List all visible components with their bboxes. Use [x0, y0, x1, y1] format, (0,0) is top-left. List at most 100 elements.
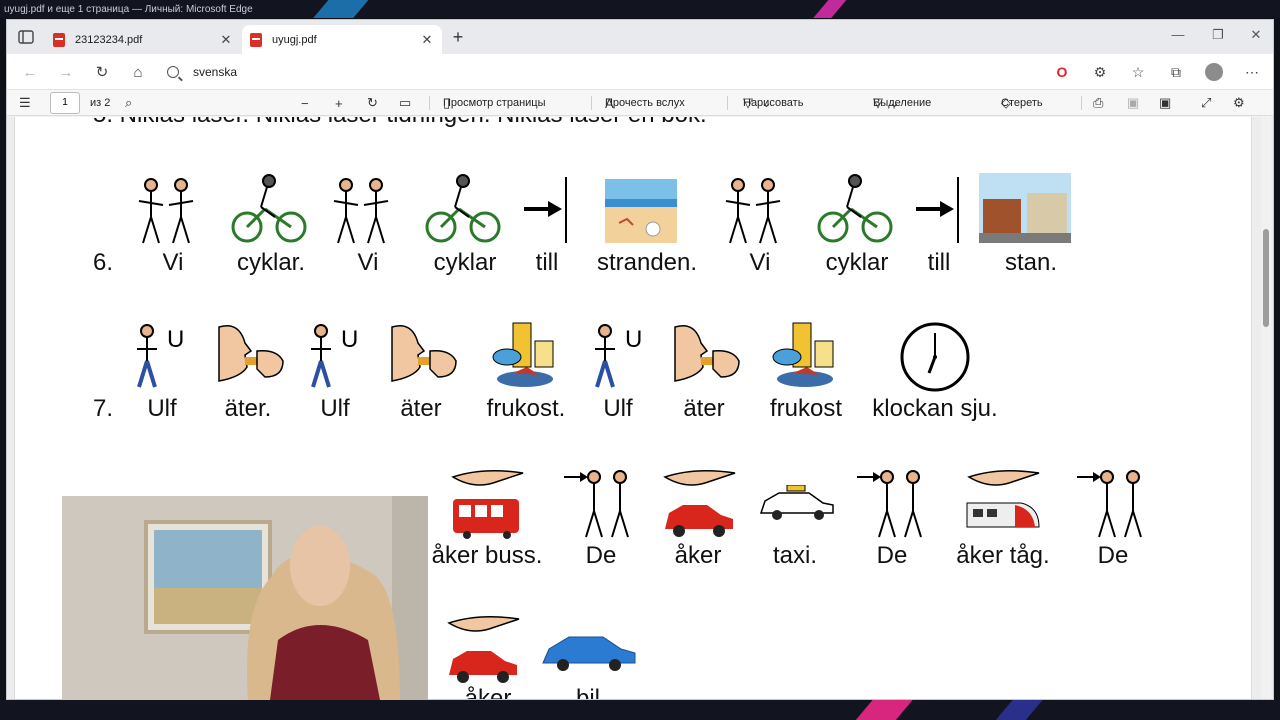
- word: åker: [464, 685, 512, 700]
- word: De: [585, 542, 617, 569]
- highlight-icon: ▽: [873, 95, 883, 110]
- eating-icon: [391, 325, 457, 382]
- word: åker: [674, 542, 722, 569]
- word: frukost.: [486, 395, 566, 422]
- more-menu-icon[interactable]: ⋯: [1243, 63, 1261, 81]
- close-tab-icon[interactable]: ✕: [219, 32, 233, 48]
- word: Ulf: [320, 395, 350, 422]
- read-aloud-button[interactable]: A Прочесть вслух: [605, 94, 685, 112]
- bicycle-icon: [425, 174, 501, 243]
- opera-icon[interactable]: O: [1053, 63, 1071, 81]
- tab-bar: 23123234.pdf ✕ uyugj.pdf ✕ + — ❐ ✕: [7, 20, 1273, 54]
- svg-text:U: U: [167, 326, 184, 353]
- pdf-file-icon: [53, 32, 65, 47]
- pdf-toolbar: ☰ 1 из 2 ⌕ − + ↻ ▭ ▯ Просмотр страницы AП…: [7, 90, 1273, 116]
- tab-actions-icon[interactable]: [17, 28, 35, 46]
- word: De: [1097, 542, 1129, 569]
- word: frukost: [769, 395, 843, 422]
- they-go-icon: [857, 470, 922, 538]
- people-icon: [333, 178, 389, 244]
- address-bar: ← → ↻ ⌂ svenska O ⚙ ☆ ⧉ ⋯: [7, 54, 1273, 90]
- taxi-icon: [759, 485, 834, 520]
- to-arrow-icon: [524, 177, 567, 243]
- desktop-bottom-stripe: [0, 700, 1280, 720]
- tab-label: 23123234.pdf: [75, 33, 143, 46]
- pdf-file-icon: [250, 32, 262, 47]
- webcam-video: [62, 496, 428, 700]
- word: till: [535, 249, 559, 276]
- breakfast-icon: [492, 322, 554, 387]
- toolbar-divider: [1081, 96, 1082, 110]
- url-field[interactable]: svenska: [167, 59, 1027, 85]
- tab-uyugj[interactable]: uyugj.pdf ✕: [242, 25, 442, 54]
- erase-button[interactable]: ◇ Стереть: [1001, 94, 1043, 112]
- word: åker buss.: [431, 542, 543, 569]
- close-tab-icon[interactable]: ✕: [420, 32, 434, 48]
- word: äter: [683, 395, 725, 422]
- favorites-icon[interactable]: ☆: [1129, 63, 1147, 81]
- forward-arrow-icon[interactable]: →: [55, 62, 77, 84]
- decor-shape: [803, 0, 855, 18]
- decor-shape: [983, 700, 1047, 720]
- they-go-icon: [1077, 470, 1142, 538]
- train-icon: [966, 470, 1040, 528]
- word: bil: [575, 685, 601, 700]
- profile-avatar-icon[interactable]: [1205, 63, 1223, 81]
- breakfast-icon: [772, 322, 834, 387]
- town-icon: [979, 173, 1071, 243]
- svg-text:U: U: [625, 326, 642, 353]
- webcam-overlay: [62, 496, 428, 700]
- toolbar-divider: [727, 96, 728, 110]
- word: åker tåg.: [956, 542, 1050, 569]
- close-window-icon[interactable]: ✕: [1241, 27, 1271, 43]
- eraser-icon: ◇: [1001, 95, 1011, 110]
- chevron-down-icon[interactable]: ⌄: [761, 95, 772, 111]
- word: stan.: [1004, 249, 1058, 276]
- new-tab-icon[interactable]: +: [447, 26, 469, 48]
- page-view-icon: ▯: [443, 95, 451, 110]
- they-go-icon: [564, 470, 629, 538]
- word: äter: [400, 395, 442, 422]
- page-view-button[interactable]: ▯ Просмотр страницы: [443, 94, 546, 112]
- highlight-button[interactable]: ▽ Выделение ⌄: [873, 94, 931, 112]
- word: cyklar: [433, 249, 497, 276]
- tab-23123234[interactable]: 23123234.pdf ✕: [45, 25, 241, 54]
- tab-label: uyugj.pdf: [272, 33, 317, 46]
- word: cyklar.: [236, 249, 306, 276]
- word: cyklar: [825, 249, 889, 276]
- word: stranden.: [596, 249, 698, 276]
- read-aloud-icon: A: [605, 95, 614, 111]
- back-arrow-icon[interactable]: ←: [19, 62, 41, 84]
- scrollbar-thumb[interactable]: [1263, 229, 1269, 327]
- svg-text:U: U: [341, 326, 358, 353]
- word: Ulf: [603, 395, 633, 422]
- collections-icon[interactable]: ⧉: [1167, 63, 1185, 81]
- desktop-top-stripe: uyugj.pdf и еще 1 страница — Личный: Mic…: [0, 0, 1280, 18]
- draw-button[interactable]: ▽ Нарисовать ⌄: [743, 94, 803, 112]
- refresh-icon[interactable]: ↻: [91, 62, 113, 84]
- page-total: из 2: [90, 97, 111, 109]
- restore-icon[interactable]: ❐: [1203, 27, 1233, 43]
- sentence-number-7: 7.: [93, 395, 114, 422]
- home-icon[interactable]: ⌂: [127, 62, 149, 84]
- vertical-scrollbar[interactable]: [1261, 117, 1271, 699]
- minimize-icon[interactable]: —: [1163, 27, 1193, 42]
- person-ulf-icon: U: [595, 324, 642, 388]
- eating-icon: [674, 325, 740, 382]
- toolbar-divider: [591, 96, 592, 110]
- chevron-down-icon[interactable]: ⌄: [889, 95, 900, 111]
- decor-shape: [843, 700, 917, 720]
- bicycle-icon: [231, 174, 307, 243]
- word: Vi: [357, 249, 379, 276]
- word: till: [927, 249, 951, 276]
- car-icon: [663, 470, 736, 537]
- search-icon: [167, 66, 179, 78]
- word: klockan sju.: [872, 395, 998, 422]
- page-number-input[interactable]: 1: [50, 92, 80, 114]
- word: Ulf: [147, 395, 177, 422]
- sentence-number-6: 6.: [93, 249, 114, 276]
- bus-icon: [451, 470, 524, 539]
- people-icon: [725, 178, 781, 244]
- extensions-icon[interactable]: ⚙: [1091, 63, 1109, 81]
- person-ulf-icon: U: [137, 324, 184, 388]
